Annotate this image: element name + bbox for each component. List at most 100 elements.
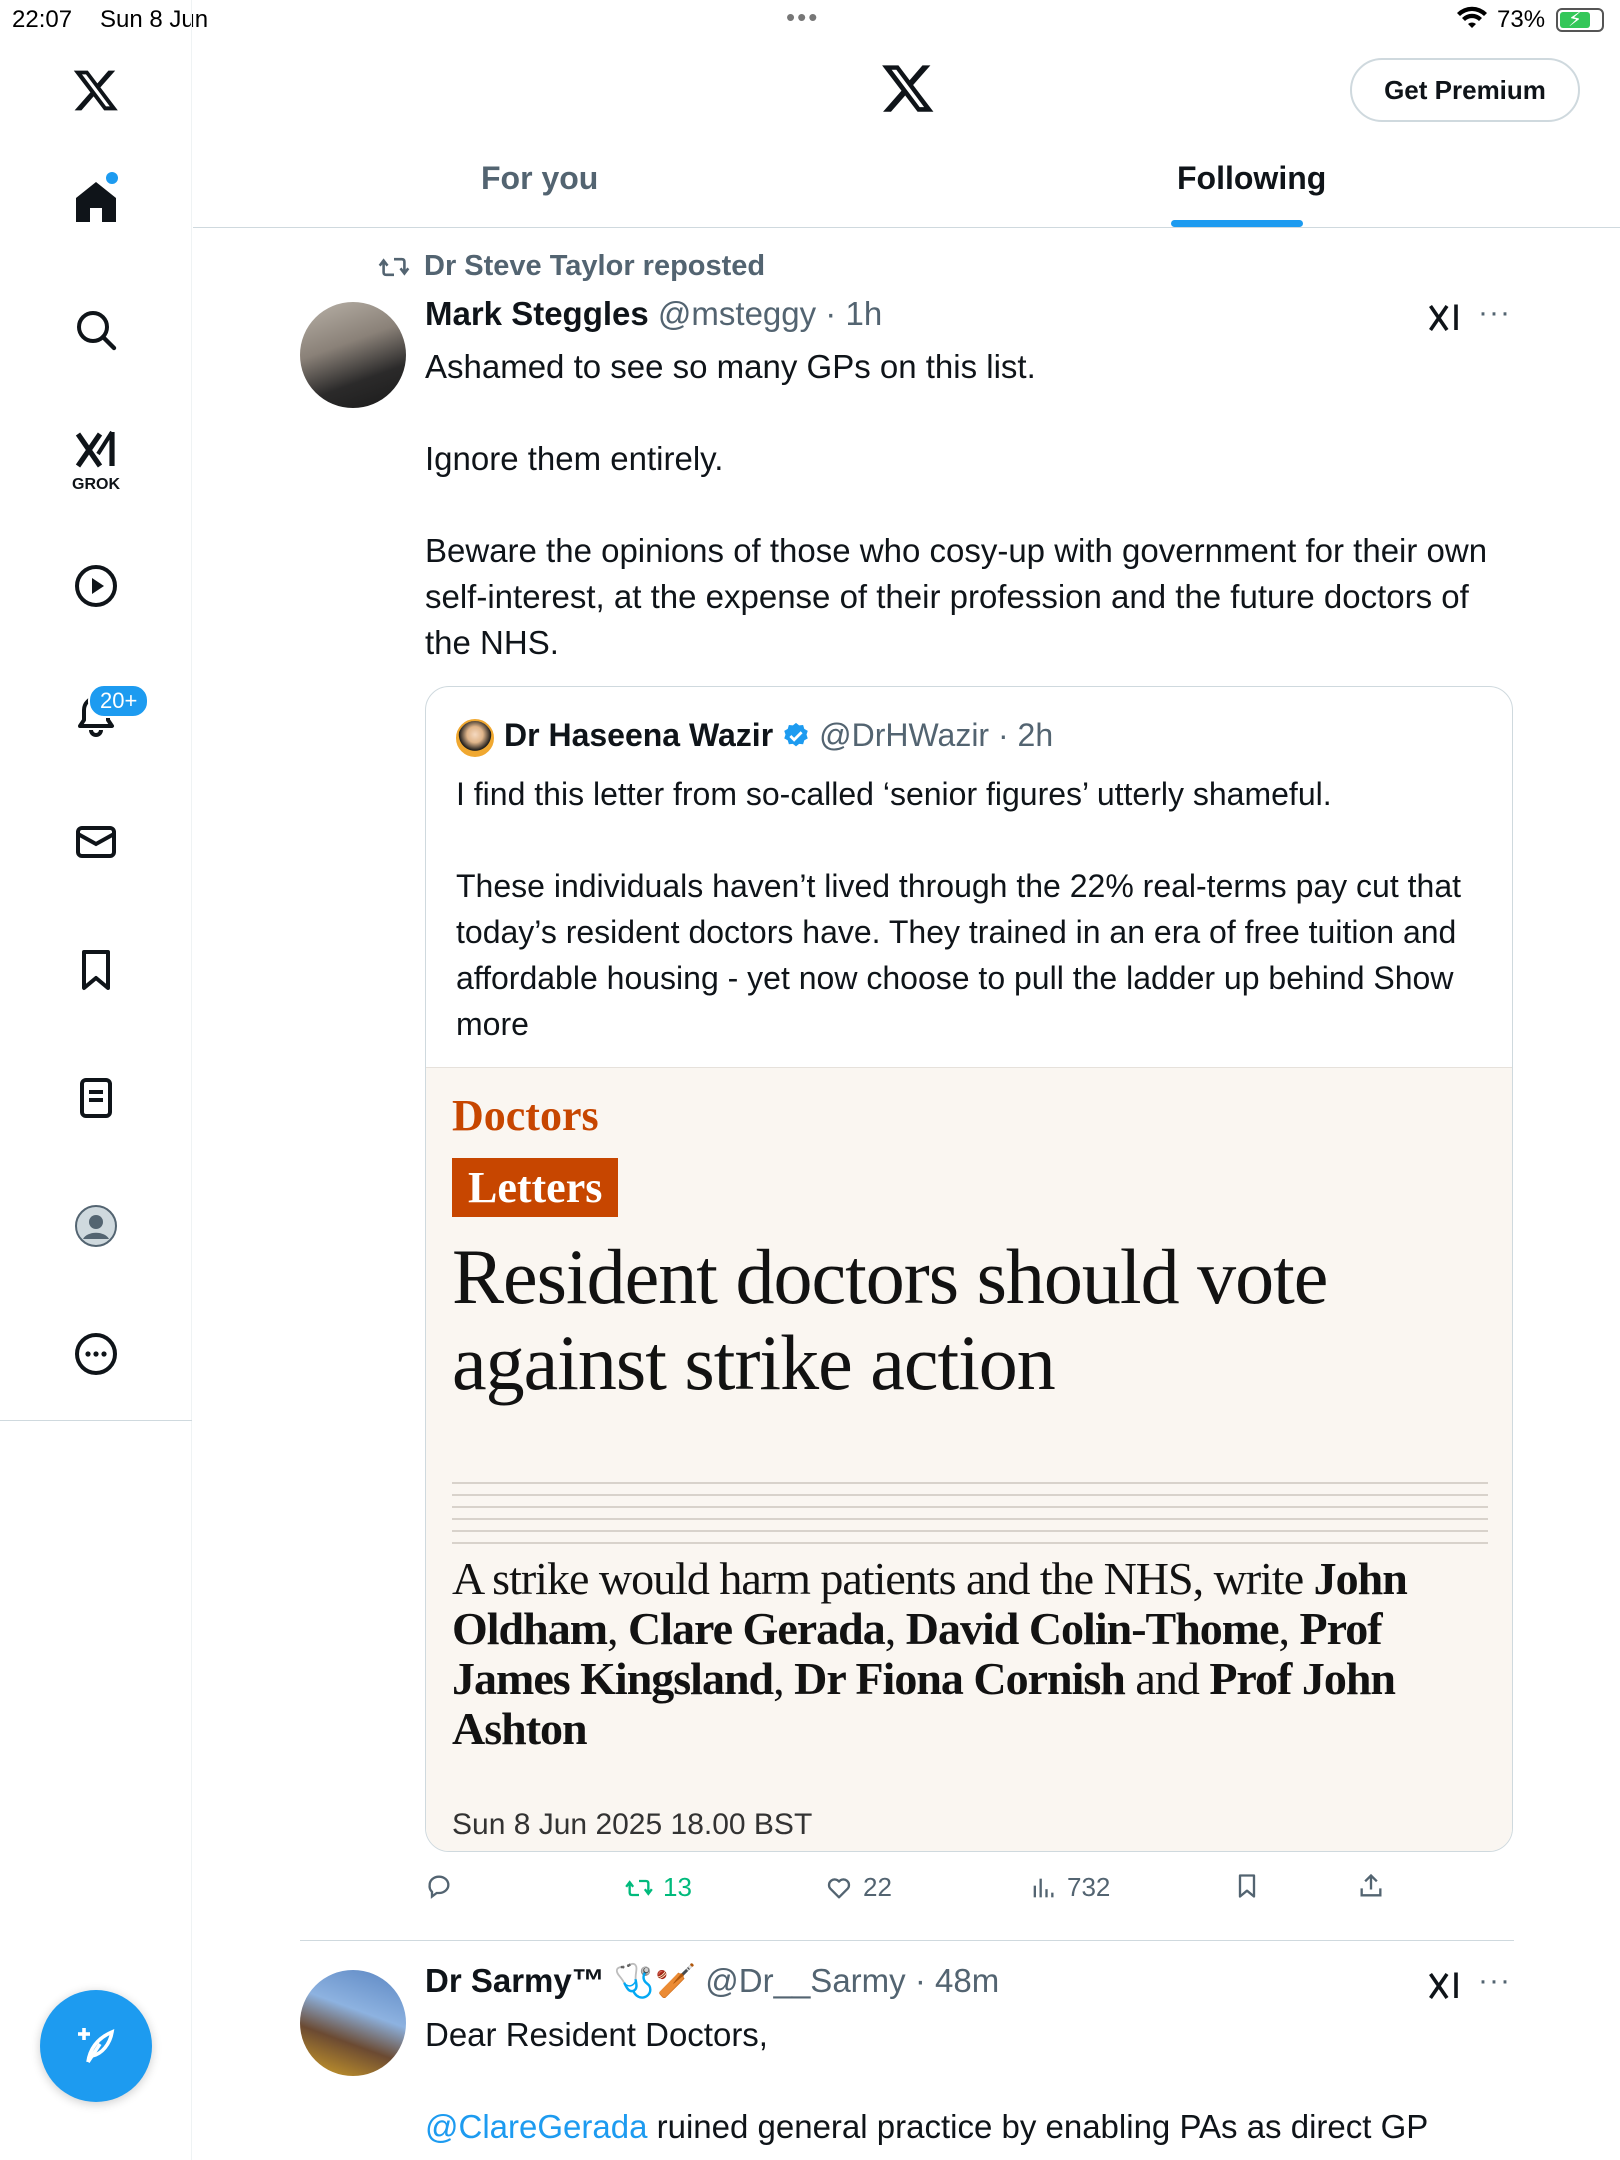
author-emoji: 🩺🏏 [613, 1962, 697, 1999]
tab-for-you[interactable]: For you [481, 160, 598, 197]
tweet-divider [300, 1940, 1514, 1941]
article-rule-lines [452, 1482, 1488, 1552]
tweet-text-line: I find this letter from so-called ‘senio… [456, 776, 1332, 812]
search-icon [77, 311, 117, 351]
author-handle[interactable]: @msteggy [658, 295, 816, 332]
battery-icon: ⚡ [1556, 8, 1604, 32]
tweet-text-line: These individuals haven’t lived through … [456, 868, 1461, 996]
reply-button[interactable] [425, 1872, 453, 1900]
more-circle-icon [75, 1333, 117, 1375]
sidebar-item-home[interactable] [56, 162, 136, 242]
notification-badge: 20+ [88, 684, 150, 718]
profile-avatar-icon [75, 1205, 117, 1247]
author-handle[interactable]: @Dr__Sarmy [705, 1962, 905, 1999]
x-logo-icon[interactable] [880, 60, 936, 116]
quoted-tweet-card[interactable]: Dr Haseena Wazir @DrHWazir · 2h I find t… [425, 686, 1513, 1852]
repost-button[interactable]: 13 [625, 1872, 692, 1903]
tweet-actions: 13 22 732 [425, 1872, 1525, 1912]
sidebar-item-bookmarks[interactable] [56, 930, 136, 1010]
reply-icon [428, 1875, 450, 1899]
home-unread-dot [106, 172, 118, 184]
sidebar-item-explore[interactable] [56, 290, 136, 370]
quoted-tweet-text: I find this letter from so-called ‘senio… [456, 771, 1486, 1047]
share-icon [1360, 1873, 1382, 1897]
bookmark-icon [1238, 1874, 1256, 1898]
tweet-text-line: ruined general practice by enabling PAs … [647, 2108, 1429, 2145]
tweet-header: Mark Steggles @msteggy · 1h [425, 295, 883, 332]
sidebar-item-messages[interactable] [56, 802, 136, 882]
views-button[interactable]: 732 [1029, 1872, 1110, 1903]
analytics-icon [1033, 1878, 1054, 1897]
like-count: 22 [863, 1872, 892, 1902]
mention-link[interactable]: @ClareGerada [425, 2108, 647, 2145]
author-name[interactable]: Dr Sarmy™ [425, 1962, 605, 1999]
grok-icon[interactable] [1426, 1968, 1462, 2004]
tweet-text-line: Dear Resident Doctors, [425, 2016, 768, 2053]
sidebar-item-profile[interactable] [56, 1186, 136, 1266]
tweet-text-line: Beware the opinions of those who cosy-up… [425, 532, 1488, 661]
sidebar: GROK 20+ [0, 0, 192, 2160]
author-credit: Clare Gerada [628, 1603, 886, 1654]
avatar[interactable] [300, 302, 406, 408]
tweet-text-line: Ashamed to see so many GPs on this list. [425, 348, 1036, 385]
and-word: and [1135, 1653, 1199, 1704]
more-options-icon[interactable]: ··· [1478, 296, 1511, 330]
repost-icon [378, 257, 410, 276]
wifi-icon [1457, 6, 1487, 28]
battery-percent: 73% [1497, 6, 1546, 33]
grok-label: GROK [72, 476, 120, 493]
author-name: Dr Haseena Wazir [504, 717, 774, 753]
tweet-text-line [425, 482, 1505, 528]
list-icon [80, 1078, 112, 1118]
grok-icon[interactable] [1426, 300, 1462, 336]
tweet-time[interactable]: 1h [845, 295, 882, 332]
tweet-time[interactable]: 48m [935, 1962, 999, 1999]
author-handle: @DrHWazir [819, 717, 990, 753]
article-headline: Resident doctors should vote against str… [452, 1233, 1328, 1406]
tweet-text: Dear Resident Doctors, @ClareGerada ruin… [425, 2012, 1505, 2150]
tweet-text: Ashamed to see so many GPs on this list.… [425, 344, 1505, 666]
article-section: Doctors [452, 1091, 599, 1140]
feather-plus-icon [78, 2028, 115, 2063]
sidebar-item-more[interactable] [56, 1314, 136, 1394]
article-image[interactable]: Doctors Letters Resident doctors should … [426, 1067, 1512, 1851]
avatar[interactable] [456, 719, 494, 757]
tab-following[interactable]: Following [1177, 160, 1326, 197]
compose-post-button[interactable] [40, 1990, 152, 2102]
sidebar-item-video[interactable] [56, 546, 136, 626]
like-button[interactable]: 22 [825, 1872, 892, 1903]
bookmark-icon [82, 950, 110, 990]
avatar[interactable] [300, 1970, 406, 2076]
tweet-text-line [456, 817, 1486, 863]
view-count: 732 [1067, 1872, 1111, 1902]
mail-icon [76, 826, 116, 858]
repost-count: 13 [663, 1872, 692, 1902]
grok-icon [75, 430, 115, 468]
sidebar-divider [0, 1420, 192, 1421]
article-date: Sun 8 Jun 2025 18.00 BST [452, 1808, 813, 1841]
tweet-text-line: Ignore them entirely. [425, 440, 724, 477]
active-tab-indicator [1171, 220, 1303, 227]
bookmark-button[interactable] [1233, 1872, 1261, 1900]
repost-context[interactable]: Dr Steve Taylor reposted [378, 250, 765, 283]
article-tag: Letters [452, 1158, 619, 1217]
author-credit: Dr Fiona Cornish [794, 1653, 1126, 1704]
standfirst-intro: A strike would harm patients and the NHS… [452, 1553, 1304, 1604]
quoted-tweet-header: Dr Haseena Wazir @DrHWazir · 2h [504, 717, 1054, 753]
share-button[interactable] [1357, 1872, 1385, 1900]
timeline-tabs: For you Following [193, 150, 1620, 228]
multitasking-dots-icon[interactable]: ••• [786, 2, 819, 33]
repost-by-label: Dr Steve Taylor reposted [424, 250, 766, 282]
author-name[interactable]: Mark Steggles [425, 295, 649, 332]
play-icon [75, 565, 117, 607]
tweet-time: 2h [1017, 717, 1054, 753]
get-premium-button[interactable]: Get Premium [1350, 58, 1580, 122]
sidebar-item-lists[interactable] [56, 1058, 136, 1138]
tweet-header: Dr Sarmy™ 🩺🏏 @Dr__Sarmy · 48m [425, 1962, 1000, 1999]
repost-icon [625, 1879, 653, 1896]
x-logo-icon[interactable] [56, 50, 136, 130]
heart-icon [827, 1877, 851, 1898]
status-bar: 22:07 Sun 8 Jun ••• 73% ⚡ [0, 0, 1620, 40]
more-options-icon[interactable]: ··· [1478, 1964, 1511, 1998]
home-icon [76, 182, 116, 222]
